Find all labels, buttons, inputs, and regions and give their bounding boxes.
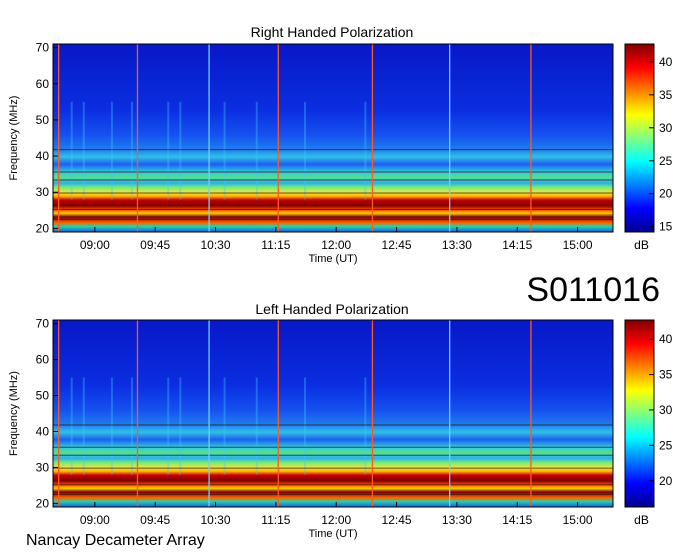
colorbar-tick-label: 35 xyxy=(659,368,673,382)
y-tick-label: 20 xyxy=(36,496,50,510)
panel-title-left: Left Handed Polarization xyxy=(255,301,408,317)
colorbar xyxy=(624,43,655,233)
x-tick-label: 10:30 xyxy=(201,513,231,527)
x-tick-label: 12:45 xyxy=(382,238,412,252)
y-tick-label: 30 xyxy=(36,460,50,474)
y-tick-label: 60 xyxy=(36,353,50,367)
y-axis-label: Frequency (MHz) xyxy=(8,96,20,181)
colorbar-tick-label: 15 xyxy=(659,220,673,234)
colorbar-tick-label: 25 xyxy=(659,154,673,168)
colorbar-tick-label: 30 xyxy=(659,403,673,417)
y-tick-label: 30 xyxy=(36,185,50,199)
y-tick-label: 50 xyxy=(36,113,50,127)
observation-id: S011016 xyxy=(526,271,660,309)
y-tick-label: 70 xyxy=(36,317,50,331)
x-tick-label: 09:00 xyxy=(80,513,110,527)
colorbar-unit-label: dB xyxy=(634,238,649,252)
y-axis-label: Frequency (MHz) xyxy=(8,371,20,456)
colorbar-tick-label: 25 xyxy=(659,438,673,452)
y-tick-label: 50 xyxy=(36,389,50,403)
x-tick-label: 09:45 xyxy=(140,238,170,252)
colorbar-tick-label: 20 xyxy=(659,474,673,488)
x-tick-label: 12:45 xyxy=(382,513,412,527)
x-tick-label: 12:00 xyxy=(321,238,351,252)
x-tick-label: 09:45 xyxy=(140,513,170,527)
y-tick-label: 60 xyxy=(36,77,50,91)
y-tick-label: 20 xyxy=(36,221,50,235)
colorbar-tick-label: 20 xyxy=(659,187,673,201)
spectrogram-figure: Right Handed Polarization 09:00 09:45 10:3… xyxy=(8,24,673,549)
right-polarization-panel: Right Handed Polarization 09:00 09:45 10:3… xyxy=(8,24,673,265)
x-tick-label: 15:00 xyxy=(563,238,593,252)
panel-title-right: Right Handed Polarization xyxy=(251,24,414,40)
y-tick-label: 70 xyxy=(36,41,50,55)
colorbar-tick-label: 40 xyxy=(659,55,673,69)
x-tick-label: 15:00 xyxy=(563,513,593,527)
colorbar-tick-label: 40 xyxy=(659,332,673,346)
x-tick-label: 12:00 xyxy=(321,513,351,527)
x-tick-label: 14:15 xyxy=(502,513,532,527)
x-tick-label: 13:30 xyxy=(442,513,472,527)
x-tick-label: 14:15 xyxy=(502,238,532,252)
x-tick-label: 11:15 xyxy=(261,238,290,252)
y-tick-label: 40 xyxy=(36,149,50,163)
observatory-label: Nancay Decameter Array xyxy=(26,532,205,549)
x-tick-label: 11:15 xyxy=(261,513,290,527)
colorbar-tick-label: 30 xyxy=(659,121,673,135)
colorbar-tick-label: 35 xyxy=(659,88,673,102)
left-polarization-panel: Left Handed Polarization 09:00 09:45 10:30… xyxy=(8,301,673,540)
x-tick-label: 10:30 xyxy=(201,238,231,252)
x-tick-label: 09:00 xyxy=(80,238,110,252)
colorbar-unit-label: dB xyxy=(634,513,649,527)
colorbar xyxy=(624,319,655,508)
x-axis-label: Time (UT) xyxy=(308,253,357,265)
x-axis-label: Time (UT) xyxy=(308,528,357,540)
x-tick-label: 13:30 xyxy=(442,238,472,252)
y-tick-label: 40 xyxy=(36,424,50,438)
